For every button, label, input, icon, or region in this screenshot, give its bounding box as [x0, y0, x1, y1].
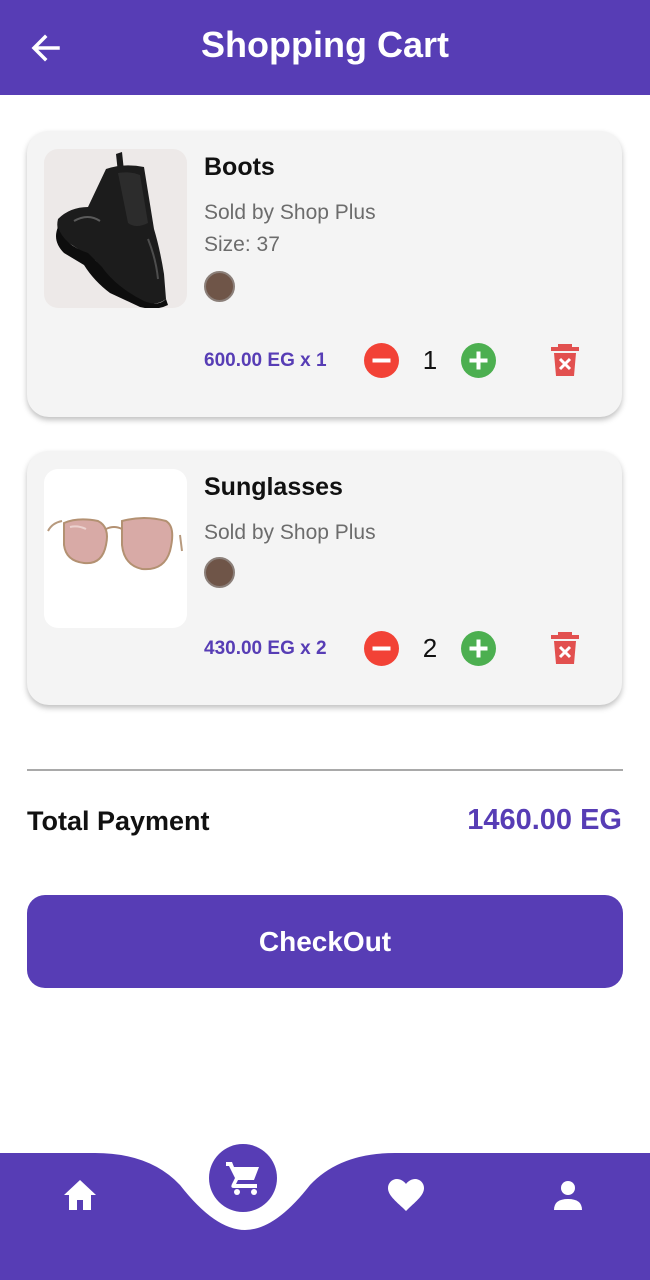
sunglasses-image	[44, 469, 187, 628]
heart-icon	[388, 1179, 424, 1211]
quantity-value: 2	[422, 633, 438, 663]
minus-circle-icon	[364, 343, 399, 378]
seller-label: Sold by Shop Plus	[204, 521, 376, 544]
nav-home[interactable]	[62, 1178, 98, 1212]
total-payment-label: Total Payment	[27, 806, 210, 836]
cart-icon	[226, 1162, 259, 1195]
color-swatch	[204, 271, 235, 302]
quantity-value: 1	[422, 345, 438, 375]
cart-item-sunglasses: Sunglasses Sold by Shop Plus 430.00 EG x…	[27, 451, 622, 705]
app-bar: Shopping Cart	[0, 0, 650, 95]
trash-icon	[551, 632, 579, 664]
total-payment-value: 1460.00 EG	[467, 804, 622, 836]
person-icon	[554, 1181, 582, 1210]
delete-item-button[interactable]	[550, 343, 580, 377]
decrease-quantity-button[interactable]	[364, 343, 399, 378]
cart-item-boots: Boots Sold by Shop Plus Size: 37 600.00 …	[27, 131, 622, 417]
size-label: Size: 37	[204, 233, 280, 256]
bottom-navigation	[0, 1140, 650, 1280]
delete-item-button[interactable]	[550, 631, 580, 665]
color-swatch	[204, 557, 235, 588]
decrease-quantity-button[interactable]	[364, 631, 399, 666]
trash-icon	[551, 344, 579, 376]
plus-circle-icon	[461, 631, 496, 666]
nav-cart[interactable]	[224, 1158, 262, 1196]
boot-image	[44, 149, 187, 308]
seller-label: Sold by Shop Plus	[204, 201, 376, 224]
increase-quantity-button[interactable]	[461, 631, 496, 666]
price-label: 430.00 EG x 2	[204, 638, 327, 659]
minus-circle-icon	[364, 631, 399, 666]
product-name: Boots	[204, 153, 275, 181]
divider	[27, 769, 623, 771]
home-icon	[64, 1180, 96, 1210]
price-label: 600.00 EG x 1	[204, 350, 327, 371]
nav-profile[interactable]	[552, 1180, 584, 1212]
plus-circle-icon	[461, 343, 496, 378]
nav-favorites[interactable]	[387, 1178, 425, 1212]
checkout-button[interactable]: CheckOut	[27, 895, 623, 988]
page-title: Shopping Cart	[201, 24, 449, 65]
product-name: Sunglasses	[204, 473, 343, 501]
increase-quantity-button[interactable]	[461, 343, 496, 378]
